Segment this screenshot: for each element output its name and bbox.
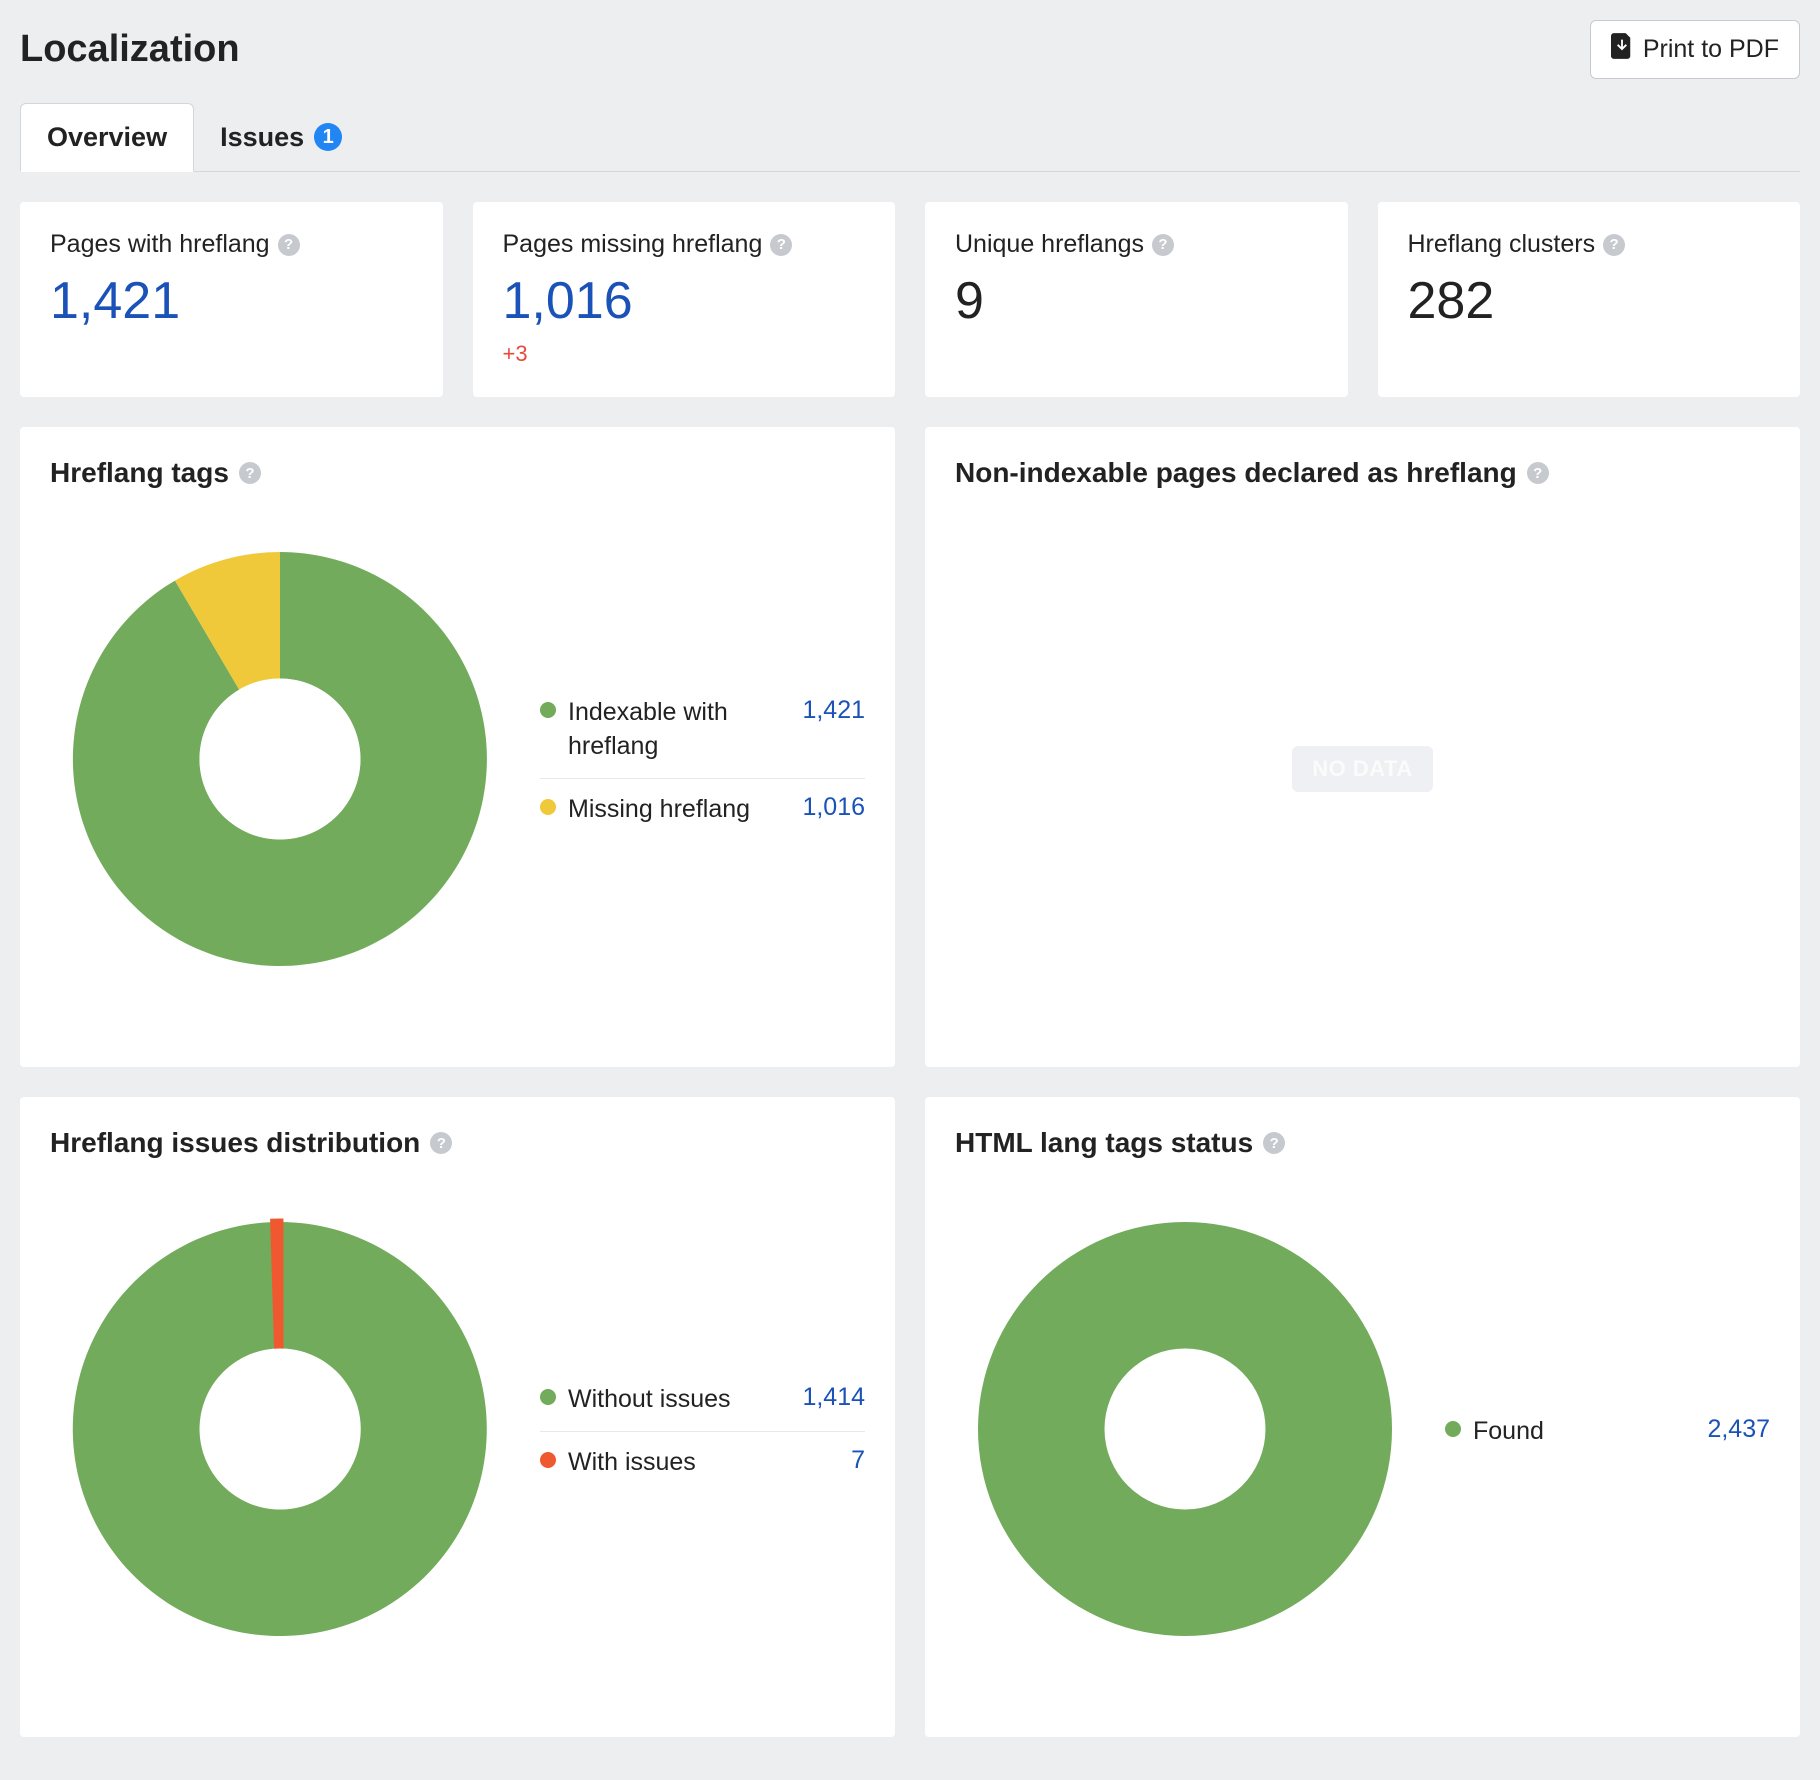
metric-unique-hreflangs[interactable]: Unique hreflangs ? 9 — [925, 202, 1348, 397]
legend-item[interactable]: Indexable with hreflang 1,421 — [540, 682, 865, 779]
metric-label: Unique hreflangs ? — [955, 230, 1318, 259]
legend-value[interactable]: 7 — [851, 1446, 865, 1475]
help-icon[interactable]: ? — [430, 1132, 452, 1154]
chart-title: Hreflang tags ? — [50, 457, 865, 489]
help-icon[interactable]: ? — [1527, 462, 1549, 484]
donut-chart[interactable] — [50, 1199, 510, 1664]
metric-delta: +3 — [503, 341, 866, 367]
chart-legend: Without issues 1,414 With issues 7 — [540, 1369, 865, 1494]
page-title: Localization — [20, 28, 240, 71]
chart-hreflang-tags: Hreflang tags ? Indexable wi — [20, 427, 895, 1067]
print-to-pdf-button[interactable]: Print to PDF — [1590, 20, 1800, 79]
help-icon[interactable]: ? — [1603, 234, 1625, 256]
tab-overview-label: Overview — [47, 122, 167, 153]
legend-dot-icon — [1445, 1421, 1461, 1437]
chart-title: HTML lang tags status ? — [955, 1127, 1770, 1159]
legend-label: Indexable with hreflang — [568, 696, 790, 764]
metric-value[interactable]: 1,421 — [50, 271, 413, 331]
tabs: Overview Issues 1 — [20, 103, 1800, 172]
legend-dot-icon — [540, 1452, 556, 1468]
download-icon — [1611, 33, 1633, 66]
metric-value: 282 — [1408, 271, 1771, 331]
legend-item[interactable]: Without issues 1,414 — [540, 1369, 865, 1432]
metric-pages-missing-hreflang[interactable]: Pages missing hreflang ? 1,016 +3 — [473, 202, 896, 397]
chart-html-lang-tags: HTML lang tags status ? Found 2,437 — [925, 1097, 1800, 1737]
print-to-pdf-label: Print to PDF — [1643, 35, 1779, 64]
tab-issues-label: Issues — [220, 122, 304, 153]
legend-value[interactable]: 1,421 — [802, 696, 865, 725]
chart-legend: Found 2,437 — [1445, 1401, 1770, 1463]
legend-dot-icon — [540, 799, 556, 815]
legend-dot-icon — [540, 702, 556, 718]
metrics-row: Pages with hreflang ? 1,421 Pages missin… — [20, 202, 1800, 397]
chart-non-indexable-hreflang: Non-indexable pages declared as hreflang… — [925, 427, 1800, 1067]
chart-legend: Indexable with hreflang 1,421 Missing hr… — [540, 682, 865, 840]
legend-label: Without issues — [568, 1383, 790, 1417]
metric-value: 9 — [955, 271, 1318, 331]
donut-chart[interactable] — [955, 1199, 1415, 1664]
legend-dot-icon — [540, 1389, 556, 1405]
legend-item[interactable]: Missing hreflang 1,016 — [540, 779, 865, 841]
legend-label: With issues — [568, 1446, 839, 1480]
help-icon[interactable]: ? — [1152, 234, 1174, 256]
help-icon[interactable]: ? — [239, 462, 261, 484]
legend-item[interactable]: Found 2,437 — [1445, 1401, 1770, 1463]
metric-hreflang-clusters[interactable]: Hreflang clusters ? 282 — [1378, 202, 1801, 397]
chart-title: Hreflang issues distribution ? — [50, 1127, 865, 1159]
donut-chart[interactable] — [50, 529, 510, 994]
help-icon[interactable]: ? — [278, 234, 300, 256]
help-icon[interactable]: ? — [1263, 1132, 1285, 1154]
legend-value[interactable]: 1,414 — [802, 1383, 865, 1412]
tab-overview[interactable]: Overview — [20, 103, 194, 172]
metric-label: Pages missing hreflang ? — [503, 230, 866, 259]
legend-item[interactable]: With issues 7 — [540, 1432, 865, 1494]
help-icon[interactable]: ? — [770, 234, 792, 256]
legend-label: Missing hreflang — [568, 793, 790, 827]
issues-count-badge: 1 — [314, 123, 342, 151]
no-data-badge: NO DATA — [1292, 746, 1432, 792]
metric-value[interactable]: 1,016 — [503, 271, 866, 331]
metric-label: Hreflang clusters ? — [1408, 230, 1771, 259]
metric-pages-with-hreflang[interactable]: Pages with hreflang ? 1,421 — [20, 202, 443, 397]
legend-value[interactable]: 2,437 — [1707, 1415, 1770, 1444]
tab-issues[interactable]: Issues 1 — [194, 103, 368, 171]
chart-title: Non-indexable pages declared as hreflang… — [955, 457, 1770, 489]
legend-value[interactable]: 1,016 — [802, 793, 865, 822]
chart-hreflang-issues-distribution: Hreflang issues distribution ? — [20, 1097, 895, 1737]
legend-label: Found — [1473, 1415, 1695, 1449]
metric-label: Pages with hreflang ? — [50, 230, 413, 259]
